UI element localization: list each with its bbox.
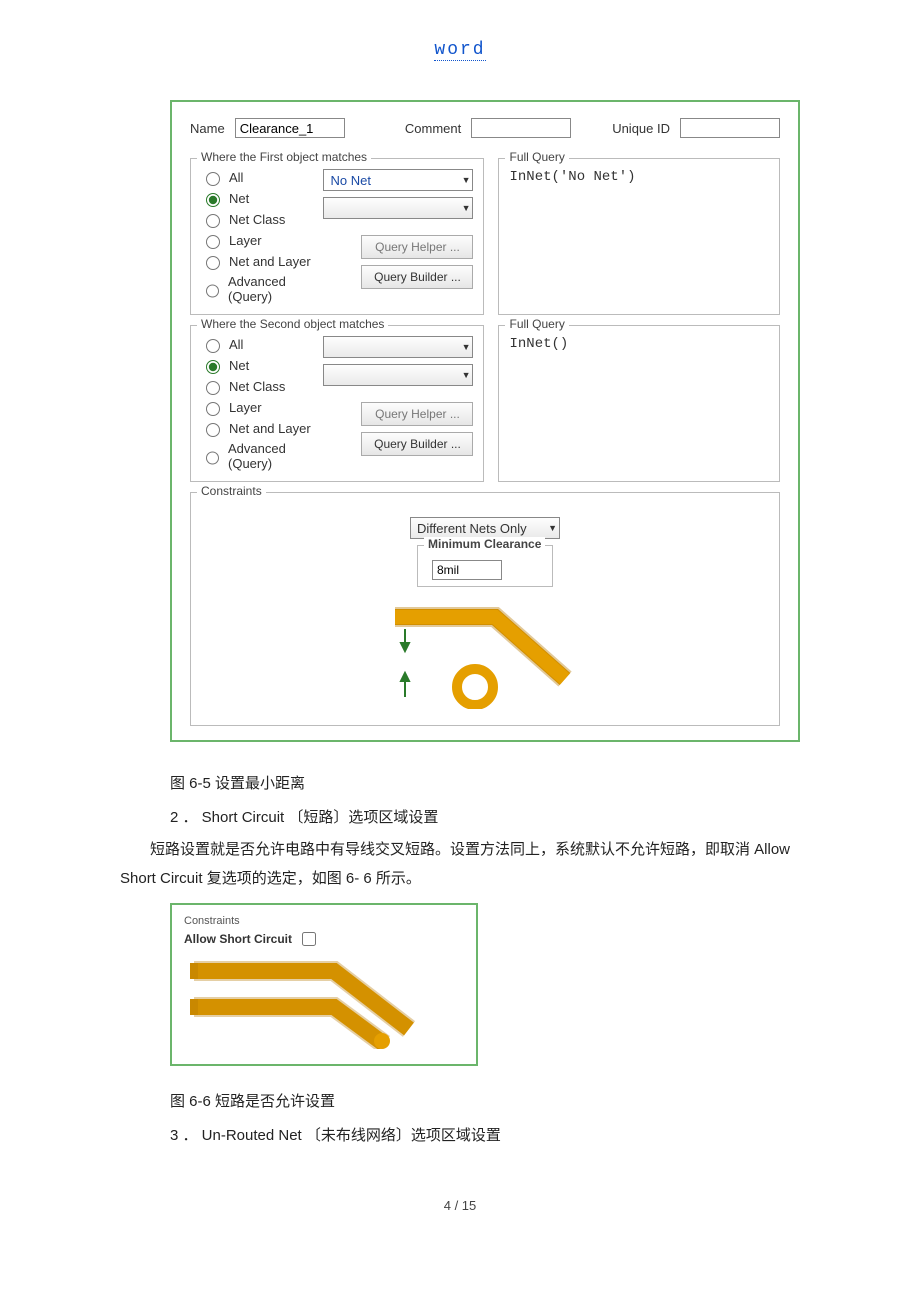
radio-all-2[interactable]: All xyxy=(201,336,313,353)
radio-netclass-2[interactable]: Net Class xyxy=(201,378,313,395)
name-label: Name xyxy=(190,121,225,136)
min-clearance-label: Minimum Clearance xyxy=(424,537,545,551)
radio-netclass-1[interactable]: Net Class xyxy=(201,211,313,228)
first-match-legend: Where the First object matches xyxy=(197,150,371,164)
rule-top-row: Name Comment Unique ID xyxy=(190,118,780,138)
net-combo-1[interactable]: No Net▼ xyxy=(323,169,473,191)
constraints-legend-2: Constraints xyxy=(184,915,464,927)
uniqueid-label: Unique ID xyxy=(612,121,670,136)
netscope-combo[interactable]: Different Nets Only▼ xyxy=(410,517,560,539)
figure-clearance-rule: Name Comment Unique ID Where the First o… xyxy=(170,100,800,742)
min-clearance-box: Minimum Clearance xyxy=(417,545,553,587)
name-input[interactable] xyxy=(235,118,345,138)
constraints-legend: Constraints xyxy=(197,484,266,498)
full-query-text-2: InNet() xyxy=(509,336,769,436)
chevron-down-icon: ▼ xyxy=(462,370,471,380)
header-link-text: word xyxy=(434,40,485,61)
full-query-2: Full Query InNet() xyxy=(498,325,780,482)
radio-advanced-1[interactable]: Advanced (Query) xyxy=(201,274,313,304)
chevron-down-icon: ▼ xyxy=(462,342,471,352)
min-clearance-input[interactable] xyxy=(432,560,502,580)
radio-netlayer-2[interactable]: Net and Layer xyxy=(201,420,313,437)
full-query-legend-2: Full Query xyxy=(505,317,568,331)
query-helper-2[interactable]: Query Helper ... xyxy=(361,402,473,426)
full-query-text-1: InNet('No Net') xyxy=(509,169,769,269)
allow-short-checkbox[interactable] xyxy=(302,932,316,946)
radio-net-2[interactable]: Net xyxy=(201,357,313,374)
heading-item2: 2 ． Short Circuit 〔短路〕选项区域设置 xyxy=(170,806,800,830)
chevron-down-icon: ▼ xyxy=(462,203,471,213)
query-builder-1[interactable]: Query Builder ... xyxy=(361,265,473,289)
netclass-combo-2[interactable]: ▼ xyxy=(323,364,473,386)
uniqueid-input[interactable] xyxy=(680,118,780,138)
short-circuit-diagram-icon xyxy=(184,949,434,1049)
constraints-group: Constraints Different Nets Only▼ Minimum… xyxy=(190,492,780,726)
caption-fig66: 图 6-6 短路是否允许设置 xyxy=(170,1090,800,1114)
radio-layer-2[interactable]: Layer xyxy=(201,399,313,416)
header-link: word xyxy=(60,40,860,60)
page-footer: 4 / 15 xyxy=(60,1198,860,1213)
radio-net-1[interactable]: Net xyxy=(201,190,313,207)
comment-input[interactable] xyxy=(471,118,571,138)
heading-item3: 3 ． Un-Routed Net 〔未布线网络〕选项区域设置 xyxy=(170,1124,800,1148)
radio-netlayer-1[interactable]: Net and Layer xyxy=(201,253,313,270)
figure-short-circuit: Constraints Allow Short Circuit xyxy=(170,903,478,1066)
first-match-group: Where the First object matches All Net N… xyxy=(190,158,484,315)
radio-layer-1[interactable]: Layer xyxy=(201,232,313,249)
full-query-legend-1: Full Query xyxy=(505,150,568,164)
query-builder-2[interactable]: Query Builder ... xyxy=(361,432,473,456)
allow-short-label: Allow Short Circuit xyxy=(184,932,292,946)
netclass-combo-1[interactable]: ▼ xyxy=(323,197,473,219)
query-helper-1[interactable]: Query Helper ... xyxy=(361,235,473,259)
radio-all-1[interactable]: All xyxy=(201,169,313,186)
chevron-down-icon: ▼ xyxy=(462,175,471,185)
second-match-group: Where the Second object matches All Net … xyxy=(190,325,484,482)
chevron-down-icon: ▼ xyxy=(548,523,557,533)
clearance-diagram-icon xyxy=(365,599,605,709)
comment-label: Comment xyxy=(405,121,461,136)
net-combo-2[interactable]: ▼ xyxy=(323,336,473,358)
caption-fig65: 图 6-5 设置最小距离 xyxy=(170,772,800,796)
second-match-legend: Where the Second object matches xyxy=(197,317,388,331)
paragraph-1: 短路设置就是否允许电路中有导线交叉短路。设置方法同上，系统默认不允许短路，即取消… xyxy=(120,836,800,893)
radio-advanced-2[interactable]: Advanced (Query) xyxy=(201,441,313,471)
full-query-1: Full Query InNet('No Net') xyxy=(498,158,780,315)
